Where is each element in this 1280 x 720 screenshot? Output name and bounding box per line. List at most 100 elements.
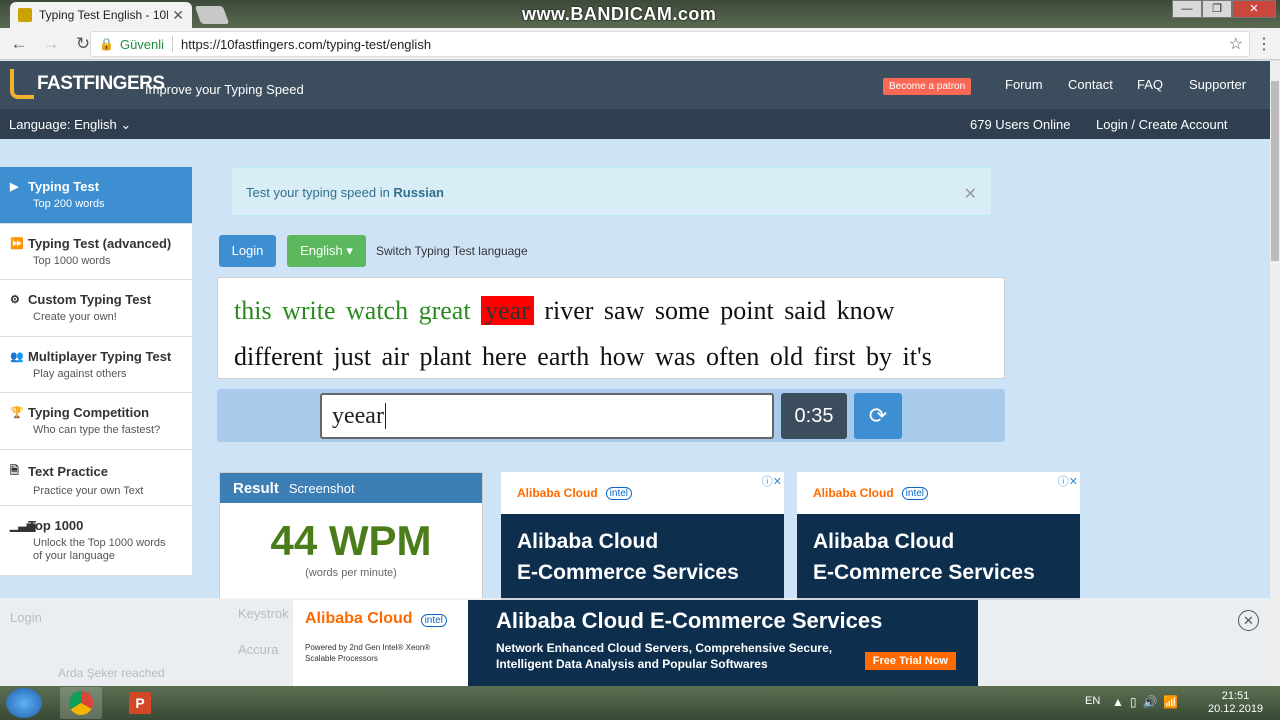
users-online: 679 Users Online: [970, 117, 1071, 132]
tray-icons[interactable]: ▲▯🔊📶: [1112, 695, 1184, 709]
back-icon[interactable]: ←: [6, 34, 32, 54]
sidebar-item-multiplayer[interactable]: 👥 Multiplayer Typing Test Play against ot…: [0, 336, 192, 393]
free-trial-button[interactable]: Free Trial Now: [864, 652, 956, 670]
users-icon: 👥: [10, 350, 24, 363]
word: here: [482, 342, 527, 371]
wpm-value: 44 WPM: [270, 517, 432, 564]
close-icon[interactable]: ✕: [964, 184, 977, 204]
logo[interactable]: FASTFINGERS: [10, 69, 165, 99]
word: saw: [603, 296, 645, 325]
document-icon: 🗎: [10, 464, 19, 477]
address-bar[interactable]: 🔒 Güvenli https://10fastfingers.com/typi…: [90, 31, 1250, 57]
bottom-ad[interactable]: Alibaba Cloud intel Powered by 2nd Gen In…: [293, 600, 978, 686]
ghost-accuracy: Accura: [238, 642, 279, 657]
login-button[interactable]: Login: [219, 235, 276, 267]
word: first: [813, 342, 856, 371]
word: was: [655, 342, 696, 371]
notice-language-link[interactable]: Russian: [393, 185, 444, 200]
lock-icon: 🔒: [99, 37, 114, 51]
scroll-thumb[interactable]: [1271, 81, 1279, 261]
browser-toolbar: ← → ↻ 🔒 Güvenli https://10fastfingers.co…: [0, 28, 1280, 60]
new-tab-button[interactable]: [194, 6, 230, 24]
sidebar: ▶ Typing Test Top 200 words ⏩ Typing Test …: [0, 167, 192, 576]
screenshot-link[interactable]: Screenshot: [289, 481, 355, 496]
word: old: [769, 342, 804, 371]
chevron-down-icon: ⌄: [120, 117, 132, 132]
word: earth: [537, 342, 590, 371]
signal-icon: ▁▃▅: [10, 520, 36, 532]
tagline: Improve your Typing Speed: [145, 82, 304, 97]
sidebar-item-typing-competition[interactable]: 🏆 Typing Competition Who can type the fas…: [0, 393, 192, 450]
sidebar-item-typing-test[interactable]: ▶ Typing Test Top 200 words: [0, 167, 192, 224]
tab-title: Typing Test English - 10F: [39, 8, 169, 22]
sidebar-item-typing-test-advanced[interactable]: ⏩ Typing Test (advanced) Top 1000 words: [0, 223, 192, 280]
ad-close-icon[interactable]: ⓘ✕: [762, 473, 782, 489]
play-icon: ▶: [10, 181, 19, 193]
word: great: [418, 296, 471, 325]
gears-icon: ⚙: [10, 294, 20, 306]
word: just: [333, 342, 372, 371]
browser-menu-icon[interactable]: ⋮: [1256, 34, 1272, 54]
words-line-2: different just air plant here earth how …: [234, 334, 1004, 380]
ghost-login: Login: [10, 610, 42, 625]
ghost-user: Arda Şeker reached: [58, 666, 165, 680]
become-patron-button[interactable]: Become a patron: [883, 78, 972, 95]
language-dropdown[interactable]: Language: English ⌄: [9, 117, 131, 133]
result-panel: Result Screenshot 44 WPM (words per minut…: [219, 472, 483, 602]
browser-tab[interactable]: Typing Test English - 10F ✕: [10, 2, 192, 28]
word: plant: [419, 342, 472, 371]
word: often: [705, 342, 760, 371]
secure-label: Güvenli: [119, 36, 165, 52]
typing-input[interactable]: yeear: [320, 393, 774, 439]
input-language[interactable]: EN: [1085, 695, 1100, 707]
trophy-icon: 🏆: [10, 407, 24, 419]
sidebar-item-top-1000[interactable]: ▁▃▅ Top 1000 Unlock the Top 1000 words of…: [0, 506, 192, 576]
minimize-icon[interactable]: —: [1172, 0, 1202, 18]
nav-contact[interactable]: Contact: [1068, 77, 1113, 92]
switch-language-label: Switch Typing Test language: [376, 244, 528, 258]
words-display: this write watch great year river saw so…: [217, 277, 1005, 379]
nav-faq[interactable]: FAQ: [1137, 77, 1163, 92]
bookmark-star-icon[interactable]: ☆: [1229, 34, 1243, 54]
ad-close-icon[interactable]: ⓘ✕: [1058, 473, 1078, 489]
page-scrollbar[interactable]: [1270, 61, 1280, 687]
language-notice: Test your typing speed in Russian ✕: [231, 167, 992, 216]
ad-banner-1[interactable]: Alibaba Cloud intel ⓘ✕ Alibaba Cloud E-Com…: [501, 472, 784, 600]
browser-titlebar: Typing Test English - 10F ✕ www.BANDICAM…: [0, 0, 1280, 28]
taskbar-powerpoint[interactable]: P: [120, 687, 162, 719]
clock[interactable]: 21:51 20.12.2019: [1208, 690, 1263, 716]
nav-forum[interactable]: Forum: [1005, 77, 1043, 92]
restart-button[interactable]: ⟳: [854, 393, 902, 439]
start-button[interactable]: [6, 688, 42, 718]
word: some: [654, 296, 710, 325]
caret-down-icon: ▾: [346, 243, 353, 258]
taskbar-chrome[interactable]: [60, 687, 102, 719]
close-tab-icon[interactable]: ✕: [172, 7, 184, 24]
word: different: [234, 342, 324, 371]
word: it's: [902, 342, 932, 371]
close-window-icon[interactable]: ✕: [1232, 0, 1276, 18]
url-text: https://10fastfingers.com/typing-test/en…: [181, 36, 432, 52]
words-line-1: this write watch great year river saw so…: [234, 288, 1004, 334]
maximize-icon[interactable]: ❐: [1202, 0, 1232, 18]
nav-supporter[interactable]: Supporter: [1189, 77, 1246, 92]
word: river: [544, 296, 594, 325]
subheader: Language: English ⌄ 679 Users Online Log…: [0, 109, 1270, 139]
language-button[interactable]: English ▾: [287, 235, 366, 267]
taskbar: P EN ▲▯🔊📶 21:51 20.12.2019: [0, 686, 1280, 720]
typing-row: yeear 0:35 ⟳: [217, 389, 1005, 442]
word: know: [836, 296, 895, 325]
sidebar-item-custom-typing-test[interactable]: ⚙ Custom Typing Test Create your own!: [0, 280, 192, 337]
refresh-icon: ⟳: [868, 403, 888, 428]
fast-forward-icon: ⏩: [10, 237, 24, 250]
timer: 0:35: [781, 393, 847, 439]
wpm-label: (words per minute): [305, 567, 397, 579]
sidebar-item-text-practice[interactable]: 🗎 Text Practice Practice your own Text: [0, 449, 192, 506]
close-overlay-icon[interactable]: ✕: [1238, 610, 1259, 631]
login-create-account-link[interactable]: Login / Create Account: [1096, 117, 1228, 132]
forward-icon[interactable]: →: [38, 34, 64, 54]
chrome-icon: [69, 691, 93, 715]
word: year: [481, 296, 534, 325]
word: air: [381, 342, 410, 371]
ad-banner-2[interactable]: Alibaba Cloud intel ⓘ✕ Alibaba Cloud E-Com…: [797, 472, 1080, 600]
